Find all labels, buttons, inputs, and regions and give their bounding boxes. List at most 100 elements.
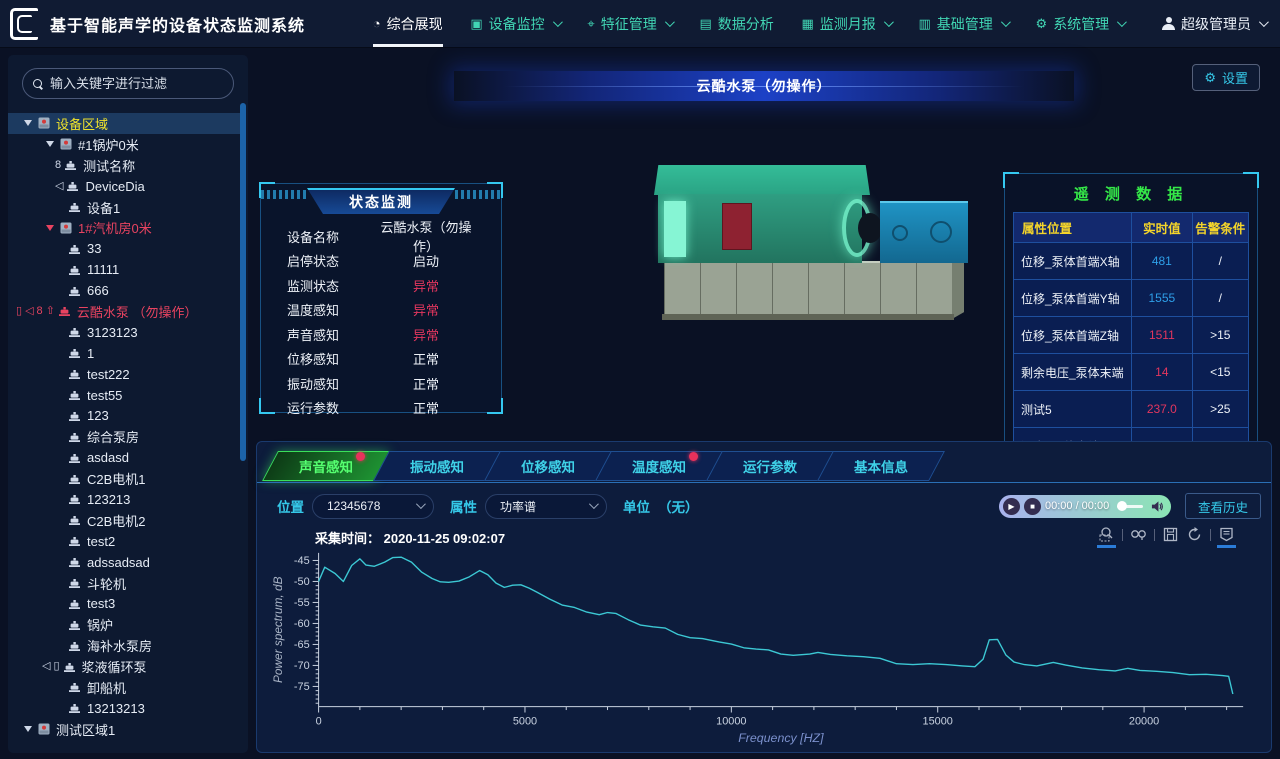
server-icon: ▥ <box>919 16 931 32</box>
tree-node-33[interactable]: 33 <box>8 238 240 259</box>
expand-arrow-icon[interactable] <box>46 141 54 147</box>
device-icon <box>68 702 81 714</box>
hatch-decoration <box>455 190 501 199</box>
nav-item-系统管理[interactable]: ⚙ 系统管理 <box>1036 0 1125 47</box>
chevron-down-icon <box>884 17 894 27</box>
tree-node-浆液循环泵[interactable]: ◁▯浆液循环泵 <box>8 656 240 677</box>
tree-node-11111[interactable]: 11111 <box>8 259 240 280</box>
svg-text:-50: -50 <box>294 576 310 588</box>
tree-node-test222[interactable]: test222 <box>8 364 240 385</box>
nav-label: 系统管理 <box>1053 14 1109 34</box>
volume-icon[interactable] <box>1151 500 1164 513</box>
device-title: 云酷水泵（勿操作） <box>697 76 832 96</box>
tab-位移感知[interactable]: 位移感知 <box>484 451 612 481</box>
tree-node-123[interactable]: 123 <box>8 405 240 426</box>
tree-node-test3[interactable]: test3 <box>8 593 240 614</box>
zoom-reset-icon[interactable] <box>1130 526 1147 543</box>
tree-node-设备区域[interactable]: 设备区域 <box>8 113 240 134</box>
status-row: 位移感知正常 <box>287 347 477 372</box>
pump-3d-model[interactable] <box>646 151 976 326</box>
user-menu[interactable]: 超级管理员 <box>1162 14 1266 34</box>
tabs-divider <box>257 482 1271 483</box>
tree-node-666[interactable]: 666 <box>8 280 240 301</box>
search-input[interactable] <box>50 76 223 91</box>
tree-node-斗轮机[interactable]: 斗轮机 <box>8 573 240 594</box>
device-tree-sidebar: 设备区域#1锅炉0米8测试名称◁DeviceDia设备11#汽机房0米33111… <box>8 55 248 753</box>
tree-node-test2[interactable]: test2 <box>8 531 240 552</box>
tab-运行参数[interactable]: 运行参数 <box>706 451 834 481</box>
tree-node-123213[interactable]: 123213 <box>8 489 240 510</box>
nav-item-设备监控[interactable]: ▣设备监控 <box>470 0 559 47</box>
tree-node-1#汽机房0米[interactable]: 1#汽机房0米 <box>8 217 240 238</box>
tree-node-adssadsad[interactable]: adssadsad <box>8 552 240 573</box>
expand-arrow-icon[interactable] <box>24 726 32 732</box>
device-icon <box>68 493 81 505</box>
telemetry-value: 14 <box>1132 354 1192 391</box>
nav-label: 数据分析 <box>718 14 774 34</box>
capture-time-label: 采集时间： <box>315 531 380 546</box>
status-row: 设备名称云酷水泵（勿操作） <box>287 224 477 249</box>
tree-node-test55[interactable]: test55 <box>8 385 240 406</box>
nav-item-数据分析[interactable]: ▤数据分析 <box>699 0 773 47</box>
tree-node-设备1[interactable]: 设备1 <box>8 197 240 218</box>
stop-button[interactable]: ■ <box>1024 498 1041 515</box>
model-base-bottom <box>662 314 954 320</box>
tree-node-DeviceDia[interactable]: ◁DeviceDia <box>8 176 240 197</box>
gears-icon: ⚙ <box>1036 16 1048 32</box>
status-value: 异常 <box>375 300 477 319</box>
tree-node-锅炉[interactable]: 锅炉 <box>8 614 240 635</box>
nav-item-监测月报[interactable]: ▦监测月报 <box>801 0 890 47</box>
power-spectrum-chart[interactable]: 05000100001500020000-45-50-55-60-65-70-7… <box>269 546 1261 746</box>
tree-node-综合泵房[interactable]: 综合泵房 <box>8 426 240 447</box>
model-access-panel <box>722 203 752 250</box>
tree-node-C2B电机1[interactable]: C2B电机1 <box>8 468 240 489</box>
tree-node-1[interactable]: 1 <box>8 343 240 364</box>
tree-node-3123123[interactable]: 3123123 <box>8 322 240 343</box>
tree-node-云酷水泵 （勿操作）[interactable]: ▯◁8⇧云酷水泵 （勿操作） <box>8 301 240 322</box>
tab-label: 运行参数 <box>743 456 797 476</box>
telemetry-column-header: 告警条件 <box>1192 213 1248 243</box>
nav-item-特征管理[interactable]: ⌖特征管理 <box>587 0 671 47</box>
zoom-select-icon[interactable] <box>1098 526 1115 543</box>
play-button[interactable]: ▶ <box>1003 498 1020 515</box>
nav-item-综合展现[interactable]: ◔综合展现 <box>373 0 443 47</box>
nav-item-基础管理[interactable]: ▥基础管理 <box>919 0 1008 47</box>
tab-基本信息[interactable]: 基本信息 <box>817 451 945 481</box>
tab-振动感知[interactable]: 振动感知 <box>373 451 501 481</box>
chevron-down-icon <box>416 499 426 509</box>
telemetry-attr: 位移_泵体首端Z轴 <box>1014 317 1132 354</box>
model-base <box>664 261 952 314</box>
area-icon <box>60 138 72 150</box>
tab-温度感知[interactable]: 温度感知 <box>595 451 723 481</box>
player-slider[interactable] <box>1117 505 1143 508</box>
tree-node-label: 锅炉 <box>87 615 113 634</box>
tree-node-13213213[interactable]: 13213213 <box>8 698 240 719</box>
frame-corner <box>487 398 503 414</box>
position-select[interactable]: 12345678 <box>312 494 434 519</box>
expand-arrow-icon[interactable] <box>46 225 54 231</box>
device-icon <box>68 347 81 359</box>
tree-node-卸船机[interactable]: 卸船机 <box>8 677 240 698</box>
expand-arrow-icon[interactable] <box>24 120 32 126</box>
sound-icon: ◁ <box>55 181 63 192</box>
tree-node-测试区域1[interactable]: 测试区域1 <box>8 719 240 740</box>
device-icon <box>68 598 81 610</box>
tree-node-#1锅炉0米[interactable]: #1锅炉0米 <box>8 134 240 155</box>
attribute-select[interactable]: 功率谱 <box>485 494 607 519</box>
tree-node-C2B电机2[interactable]: C2B电机2 <box>8 510 240 531</box>
refresh-icon[interactable] <box>1186 526 1203 543</box>
view-history-button[interactable]: 查看历史 <box>1185 493 1261 519</box>
tree-scrollbar-thumb[interactable] <box>240 103 246 461</box>
tab-声音感知[interactable]: 声音感知 <box>262 451 390 481</box>
settings-button[interactable]: ⚙ 设置 <box>1192 64 1260 91</box>
tree-node-海补水泵房[interactable]: 海补水泵房 <box>8 635 240 656</box>
svg-text:-70: -70 <box>294 660 310 672</box>
tree-node-label: 123213 <box>87 492 130 507</box>
spectrum-line-chart[interactable]: 05000100001500020000-45-50-55-60-65-70-7… <box>269 546 1261 746</box>
player-slider-knob[interactable] <box>1117 501 1127 511</box>
tree-node-asdasd[interactable]: asdasd <box>8 447 240 468</box>
frame-corner <box>259 398 275 414</box>
tree-node-测试名称[interactable]: 8测试名称 <box>8 155 240 176</box>
data-view-icon[interactable] <box>1218 526 1235 543</box>
save-image-icon[interactable] <box>1162 526 1179 543</box>
